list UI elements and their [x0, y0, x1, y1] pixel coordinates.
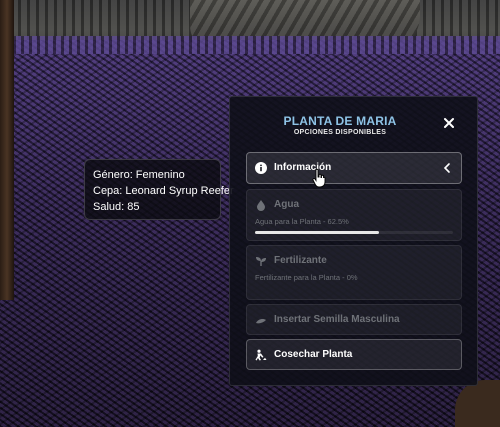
- plant-health: Salud: 85: [93, 201, 140, 213]
- close-icon: [444, 118, 454, 128]
- info-circle-icon: [255, 162, 267, 174]
- water-progress-track: [255, 231, 453, 234]
- water-drop-icon: [257, 200, 265, 211]
- plant-strain: Cepa: Leonard Syrup Reefer: [93, 185, 234, 197]
- option-label: Agua: [274, 199, 299, 210]
- option-cosechar[interactable]: Cosechar Planta: [246, 339, 462, 370]
- option-semilla[interactable]: Insertar Semilla Masculina: [246, 304, 462, 335]
- close-button[interactable]: [441, 115, 457, 131]
- seed-icon: [256, 319, 266, 324]
- option-fertilizante[interactable]: Fertilizante Fertilizante para la Planta…: [246, 245, 462, 300]
- water-progress-fill: [255, 231, 379, 234]
- option-informacion[interactable]: Información: [246, 152, 462, 184]
- plant-gender: Género: Femenino: [93, 169, 185, 181]
- option-label: Insertar Semilla Masculina: [274, 314, 400, 325]
- sprout-icon: [256, 257, 266, 266]
- panel-title: PLANTA DE MARIA: [283, 114, 397, 128]
- option-label: Cosechar Planta: [274, 349, 353, 360]
- chevron-left-icon: [443, 163, 450, 173]
- crop-field-edge: [0, 36, 500, 54]
- wooden-post: [0, 0, 14, 300]
- panel-subtitle: OPCIONES DISPONIBLES: [293, 129, 387, 136]
- option-description: Fertilizante para la Planta - 0%: [255, 273, 358, 282]
- option-agua[interactable]: Agua Agua para la Planta - 62.5%: [246, 189, 462, 241]
- mouse-cursor-hand-icon: [312, 168, 326, 188]
- plant-info-tooltip: Género: Femenino Cepa: Leonard Syrup Ree…: [84, 159, 234, 220]
- plant-options-panel: PLANTA DE MARIA OPCIONES DISPONIBLES Inf…: [229, 96, 478, 386]
- harvest-person-icon: [255, 349, 267, 361]
- option-description: Agua para la Planta - 62.5%: [255, 217, 349, 226]
- option-label: Fertilizante: [274, 255, 327, 266]
